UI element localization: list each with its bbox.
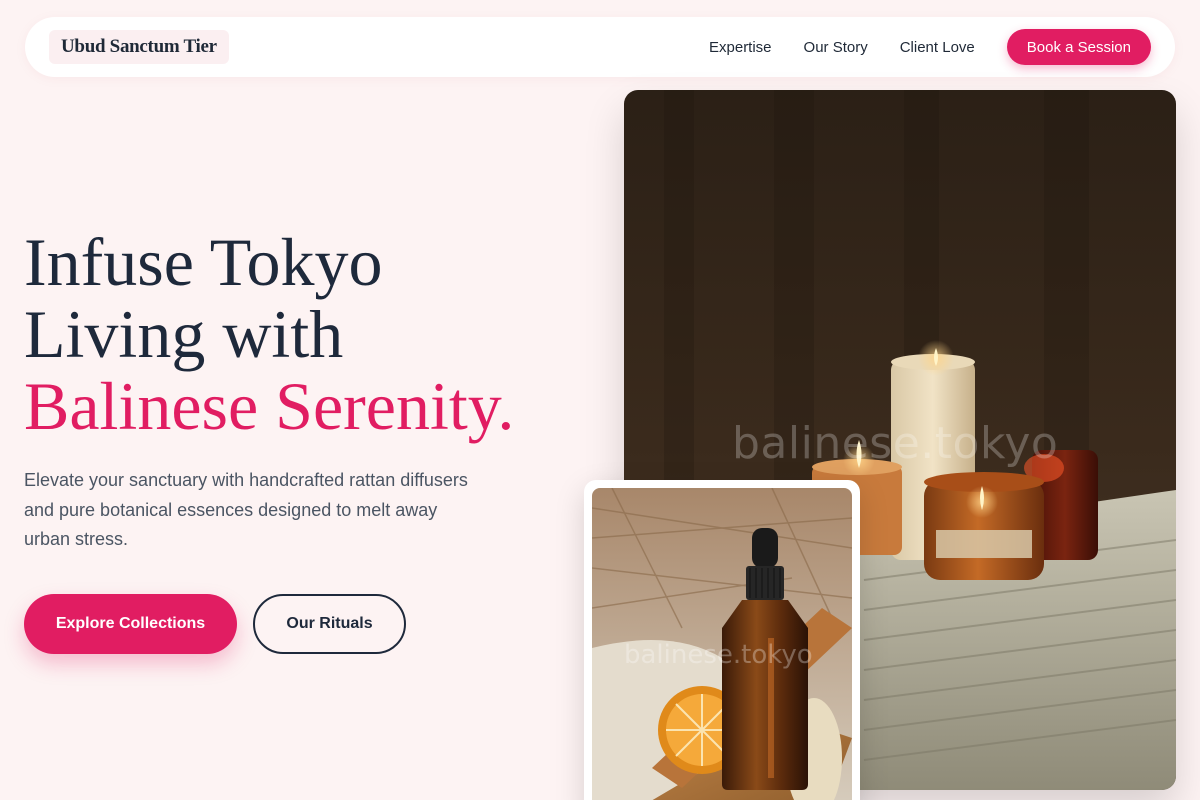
nav-links: Expertise Our Story Client Love Book a S… bbox=[709, 29, 1151, 65]
brand-logo[interactable]: Ubud Sanctum Tier bbox=[49, 30, 229, 64]
headline-line-1: Infuse Tokyo bbox=[24, 224, 383, 300]
nav-link-expertise[interactable]: Expertise bbox=[709, 39, 772, 56]
headline-line-2: Living with bbox=[24, 296, 344, 372]
inset-product-card: balinese.tokyo bbox=[584, 480, 860, 800]
top-nav: Ubud Sanctum Tier Expertise Our Story Cl… bbox=[25, 17, 1175, 77]
headline-accent: Balinese Serenity. bbox=[24, 368, 515, 444]
explore-collections-button[interactable]: Explore Collections bbox=[24, 594, 237, 654]
dropper-bottle-image: balinese.tokyo bbox=[592, 488, 852, 800]
nav-link-our-story[interactable]: Our Story bbox=[804, 39, 868, 56]
hero-headline: Infuse Tokyo Living with Balinese Sereni… bbox=[24, 226, 604, 442]
main-image-watermark: balinese.tokyo bbox=[732, 418, 1059, 469]
inset-image-watermark: balinese.tokyo bbox=[624, 640, 813, 670]
book-session-button[interactable]: Book a Session bbox=[1006, 29, 1151, 65]
hero-description: Elevate your sanctuary with handcrafted … bbox=[24, 470, 468, 549]
our-rituals-button[interactable]: Our Rituals bbox=[253, 594, 406, 654]
nav-link-client-love[interactable]: Client Love bbox=[900, 39, 975, 56]
